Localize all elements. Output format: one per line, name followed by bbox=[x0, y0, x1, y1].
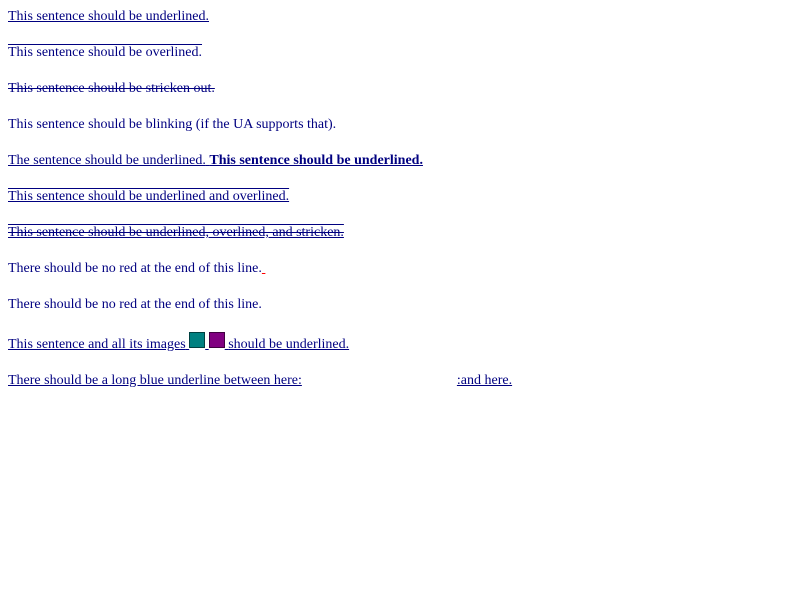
line-stricken: This sentence should be stricken out. bbox=[8, 80, 792, 98]
line-images-underlined: This sentence and all its images should … bbox=[8, 332, 792, 354]
test-document: This sentence should be underlined. This… bbox=[0, 0, 800, 390]
images-sentence: This sentence and all its images should … bbox=[8, 332, 350, 352]
purple-square-image bbox=[208, 332, 225, 348]
line-under-over-strike: This sentence should be underlined, over… bbox=[8, 224, 792, 242]
line-no-red-2: There should be no red at the end of thi… bbox=[8, 296, 792, 314]
underlined-sentence-plain: The sentence should be underlined. bbox=[8, 153, 206, 168]
line-overlined: This sentence should be overlined. bbox=[8, 44, 792, 62]
line-long-underline: There should be a long blue underline be… bbox=[8, 372, 792, 390]
blank-underline-gap bbox=[302, 374, 457, 384]
long-underline-start: There should be a long blue underline be… bbox=[8, 373, 302, 388]
line-no-red-1: There should be no red at the end of thi… bbox=[8, 260, 792, 278]
images-sentence-start: This sentence and all its images bbox=[8, 337, 186, 352]
underlined-sentence-bold: This sentence should be underlined. bbox=[209, 153, 423, 168]
line-underlined-mixed: The sentence should be underlined. This … bbox=[8, 152, 792, 170]
underlined-sentence: This sentence should be underlined. bbox=[8, 9, 210, 24]
images-sentence-end: should be underlined. bbox=[228, 337, 350, 352]
teal-square-image bbox=[189, 332, 206, 348]
no-red-sentence-1: There should be no red at the end of thi… bbox=[8, 261, 262, 276]
line-under-over: This sentence should be underlined and o… bbox=[8, 188, 792, 206]
blinking-sentence: This sentence should be blinking (if the… bbox=[8, 117, 337, 132]
under-over-sentence: This sentence should be underlined and o… bbox=[8, 189, 290, 204]
no-red-sentence-2: There should be no red at the end of thi… bbox=[8, 297, 262, 312]
overlined-sentence: This sentence should be overlined. bbox=[8, 45, 203, 60]
line-blinking: This sentence should be blinking (if the… bbox=[8, 116, 792, 134]
long-underline-end: :and here. bbox=[456, 373, 513, 388]
stricken-sentence: This sentence should be stricken out. bbox=[8, 81, 215, 96]
line-underlined: This sentence should be underlined. bbox=[8, 8, 792, 26]
red-trailing-space bbox=[262, 261, 266, 276]
long-underline-sentence: There should be a long blue underline be… bbox=[8, 373, 512, 388]
under-over-strike-sentence: This sentence should be underlined, over… bbox=[8, 225, 344, 240]
